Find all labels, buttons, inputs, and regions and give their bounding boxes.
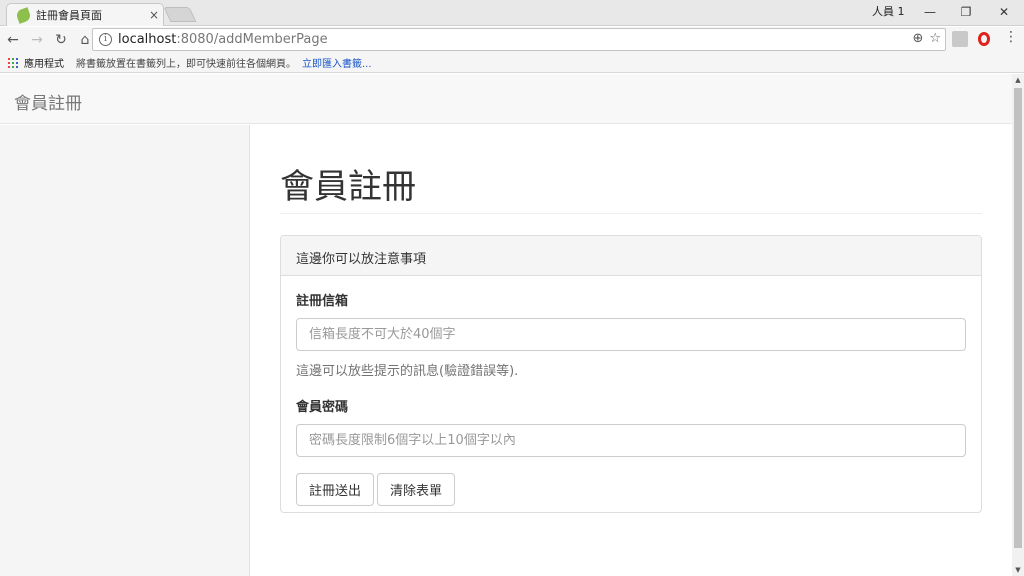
reload-icon[interactable]: ↻ (50, 32, 72, 48)
browser-tab[interactable]: 註冊會員頁面 × (6, 3, 164, 26)
forward-icon[interactable]: → (26, 32, 48, 48)
profile-name[interactable]: 人員 1 (872, 3, 905, 19)
spring-leaf-icon (15, 6, 32, 24)
browser-toolbar: ← → ↻ ⌂ i localhost:8080/addMemberPage ⊕… (0, 27, 1024, 53)
info-icon[interactable]: i (99, 33, 112, 46)
restore-icon[interactable]: ❐ (948, 2, 984, 22)
url-path: :8080/addMemberPage (176, 32, 328, 47)
bookmarks-bar: 應用程式 將書籤放置在書籤列上，即可快速前往各個網頁。 立即匯入書籤... (0, 53, 1024, 73)
page-title: 會員註冊 (280, 167, 416, 207)
opera-icon[interactable] (978, 32, 990, 46)
submit-button[interactable]: 註冊送出 (296, 473, 375, 506)
scroll-down-icon[interactable]: ▼ (1012, 564, 1024, 576)
email-input[interactable] (296, 318, 966, 351)
password-input[interactable] (296, 424, 966, 457)
bookmarks-hint: 將書籤放置在書籤列上，即可快速前往各個網頁。 (76, 59, 296, 70)
panel-body: 註冊信箱 這邊可以放些提示的訊息(驗證錯誤等). 會員密碼 註冊送出 清除表單 (281, 276, 981, 520)
close-window-icon[interactable]: ✕ (986, 2, 1022, 22)
tab-close-icon[interactable]: × (145, 8, 163, 22)
apps-icon[interactable] (8, 57, 18, 68)
import-bookmarks-link[interactable]: 立即匯入書籤... (302, 55, 372, 70)
back-icon[interactable]: ← (2, 32, 24, 48)
email-help-text: 這邊可以放些提示的訊息(驗證錯誤等). (296, 364, 519, 379)
url-host: localhost (118, 32, 177, 47)
reset-button[interactable]: 清除表單 (377, 473, 456, 506)
new-tab-button[interactable] (163, 7, 197, 22)
email-label: 註冊信箱 (296, 294, 349, 309)
navbar-brand[interactable]: 會員註冊 (14, 89, 82, 114)
extension-icon[interactable] (952, 31, 968, 47)
scroll-up-icon[interactable]: ▲ (1012, 74, 1024, 86)
zoom-icon[interactable]: ⊕ (912, 31, 923, 46)
panel-heading: 這邊你可以放注意事項 (281, 236, 981, 276)
page-viewport: 會員註冊 會員註冊 這邊你可以放注意事項 註冊信箱 這邊可以放些提示的訊息(驗證… (0, 74, 1012, 576)
password-label: 會員密碼 (296, 400, 349, 415)
navbar: 會員註冊 (0, 74, 1012, 124)
page-header: 會員註冊 (280, 166, 982, 214)
menu-icon[interactable]: ⋮ (1004, 29, 1018, 45)
sidebar (0, 125, 250, 576)
star-icon[interactable]: ☆ (929, 31, 941, 46)
address-bar[interactable]: i localhost:8080/addMemberPage ⊕ ☆ (92, 28, 946, 51)
form-buttons: 註冊送出 清除表單 (296, 473, 966, 506)
tab-title: 註冊會員頁面 (36, 9, 102, 22)
scroll-thumb[interactable] (1014, 88, 1022, 548)
apps-link[interactable]: 應用程式 (24, 55, 64, 70)
form-panel: 這邊你可以放注意事項 註冊信箱 這邊可以放些提示的訊息(驗證錯誤等). 會員密碼… (280, 235, 982, 513)
browser-titlebar: 註冊會員頁面 × 人員 1 — ❐ ✕ (0, 0, 1024, 26)
page-scrollbar[interactable]: ▲ ▼ (1012, 74, 1024, 576)
minimize-icon[interactable]: — (912, 2, 948, 22)
